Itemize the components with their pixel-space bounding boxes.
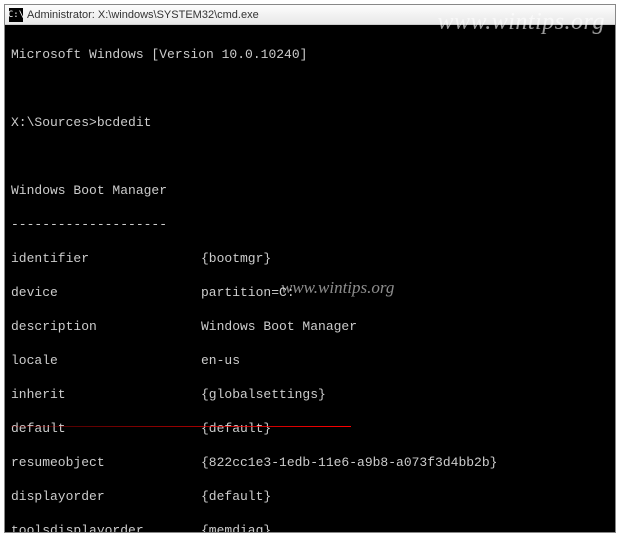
section-dashes: --------------------	[11, 216, 609, 233]
window-title: Administrator: X:\windows\SYSTEM32\cmd.e…	[27, 9, 259, 21]
blank	[11, 148, 609, 165]
kv-row: resumeobject{822cc1e3-1edb-11e6-a9b8-a07…	[11, 454, 609, 471]
kv-row: toolsdisplayorder{memdiag}	[11, 522, 609, 532]
kv-row: displayorder{default}	[11, 488, 609, 505]
prompt-line: X:\Sources>bcdedit	[11, 114, 609, 131]
section-title-bootmgr: Windows Boot Manager	[11, 182, 609, 199]
console-header: Microsoft Windows [Version 10.0.10240]	[11, 46, 609, 63]
cmd-window: C:\ Administrator: X:\windows\SYSTEM32\c…	[4, 4, 616, 533]
cmd-icon: C:\	[9, 8, 23, 22]
blank	[11, 80, 609, 97]
kv-row: inherit{globalsettings}	[11, 386, 609, 403]
kv-row: devicepartition=C:	[11, 284, 609, 301]
kv-row: identifier{bootmgr}	[11, 250, 609, 267]
console-area[interactable]: Microsoft Windows [Version 10.0.10240] X…	[5, 25, 615, 532]
titlebar[interactable]: C:\ Administrator: X:\windows\SYSTEM32\c…	[5, 5, 615, 25]
kv-row: default{default}	[11, 420, 609, 437]
kv-row: localeen-us	[11, 352, 609, 369]
kv-row: descriptionWindows Boot Manager	[11, 318, 609, 335]
